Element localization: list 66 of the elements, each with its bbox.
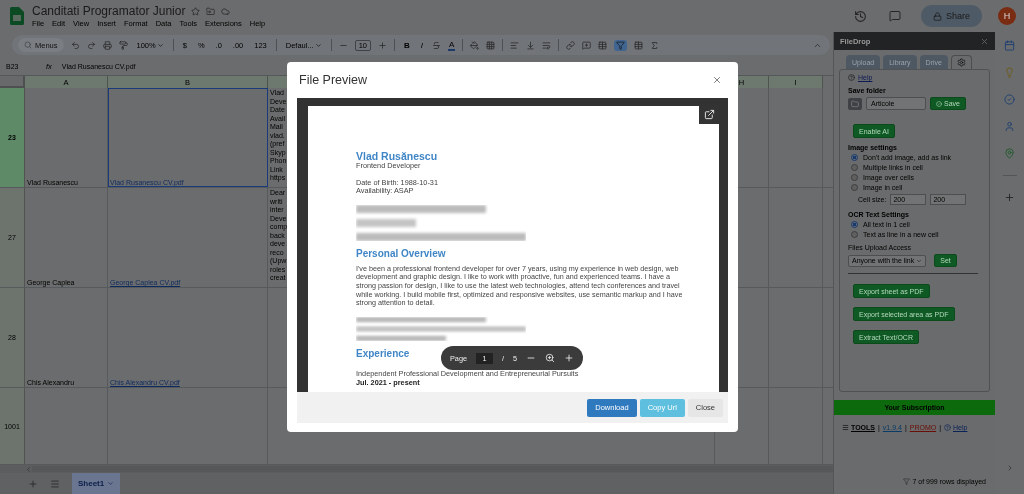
add-comment-icon[interactable] — [582, 40, 592, 50]
account-avatar[interactable]: H — [998, 7, 1016, 25]
map-pin-icon[interactable] — [1004, 148, 1015, 159]
select-all-corner[interactable] — [0, 76, 25, 88]
align-icon[interactable] — [510, 40, 520, 50]
comment-icon[interactable] — [888, 10, 901, 22]
caret-icon — [916, 257, 923, 264]
share-button[interactable]: Share — [920, 5, 982, 27]
help-icon — [848, 74, 855, 81]
gear-icon — [956, 58, 966, 67]
contacts-icon[interactable] — [1004, 121, 1015, 132]
close-icon — [712, 75, 722, 85]
caret-icon — [107, 480, 115, 487]
italic-button[interactable]: I — [418, 39, 426, 51]
star-icon[interactable] — [191, 6, 201, 16]
filter-icon — [903, 477, 911, 485]
borders-icon[interactable] — [486, 40, 496, 50]
external-link-icon — [703, 108, 715, 120]
zoom-in-button[interactable] — [564, 353, 575, 363]
all-sheets-icon[interactable] — [50, 478, 60, 489]
caret-icon — [156, 41, 164, 49]
section-heading: Personal Overview — [356, 247, 446, 259]
bold-button[interactable]: B — [402, 39, 412, 51]
menu-icon — [842, 424, 849, 431]
add-icon[interactable] — [1004, 192, 1015, 203]
candidate-name: Vlad Rusănescu — [356, 150, 438, 162]
tasks-icon[interactable] — [1004, 94, 1015, 105]
lock-icon — [932, 11, 942, 21]
settings-tab[interactable] — [950, 55, 972, 69]
filter-icon — [616, 40, 626, 50]
folder-icon — [851, 99, 859, 108]
zoom-button[interactable] — [545, 353, 556, 363]
redo-icon[interactable] — [86, 40, 96, 50]
increase-size-icon[interactable] — [378, 40, 388, 50]
dialog-title: File Preview — [299, 73, 368, 87]
sheet-tab[interactable]: Sheet1 — [72, 473, 121, 494]
strikethrough-icon[interactable] — [432, 40, 442, 50]
caret-icon — [314, 41, 322, 49]
help-icon — [944, 424, 951, 431]
calendar-icon[interactable] — [1004, 40, 1015, 51]
folder-button[interactable] — [848, 97, 862, 110]
functions-icon[interactable] — [650, 40, 660, 50]
wrap-icon[interactable] — [542, 40, 552, 50]
undo-icon[interactable] — [70, 40, 80, 50]
paint-format-icon[interactable] — [118, 40, 128, 50]
section-heading: Experience — [356, 348, 410, 359]
filter-button[interactable] — [614, 39, 628, 51]
sheets-logo-icon[interactable] — [10, 7, 24, 25]
check-icon — [936, 100, 942, 107]
fill-color-icon[interactable] — [470, 40, 480, 50]
link-icon[interactable] — [566, 40, 576, 50]
text-color-button[interactable]: A — [448, 39, 456, 51]
vertical-align-icon[interactable] — [526, 40, 536, 50]
history-icon[interactable] — [853, 9, 867, 23]
document-title[interactable]: Canditati Programator Junior — [32, 4, 186, 18]
zoom-icon — [545, 353, 556, 363]
add-sheet-icon[interactable] — [28, 478, 38, 489]
close-button[interactable] — [712, 75, 722, 85]
cloud-icon[interactable] — [221, 6, 231, 16]
folder-icon[interactable] — [206, 6, 216, 16]
filter-views-icon[interactable] — [634, 40, 644, 50]
close-icon[interactable] — [980, 36, 989, 46]
print-icon[interactable] — [102, 40, 112, 50]
plus-icon — [564, 353, 575, 363]
scroll-left-icon[interactable] — [25, 465, 32, 473]
search-icon — [24, 41, 32, 49]
